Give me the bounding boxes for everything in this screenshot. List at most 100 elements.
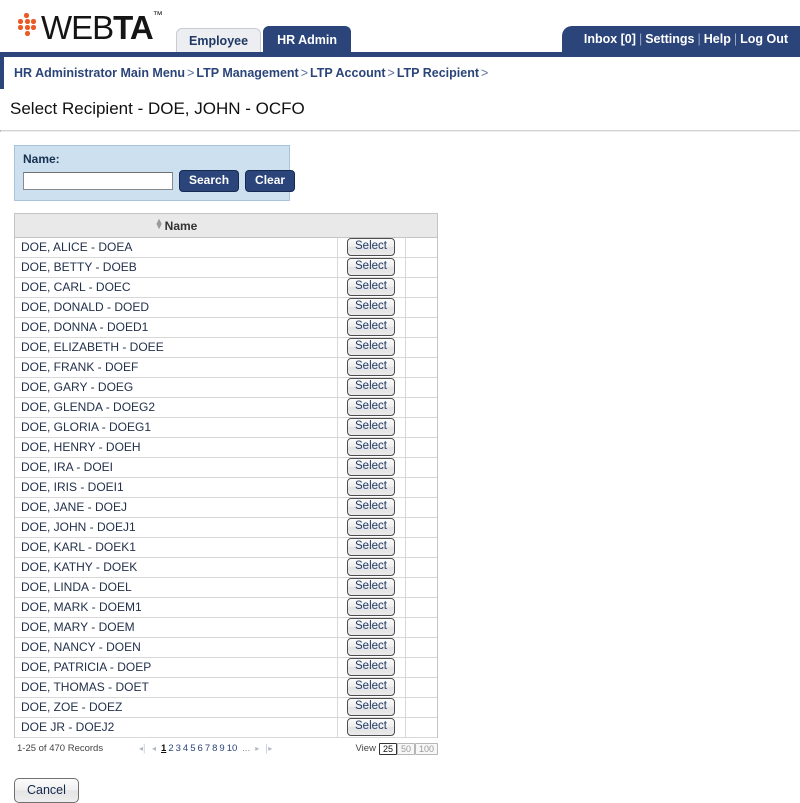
page-title: Select Recipient - DOE, JOHN - OCFO [10, 99, 305, 118]
cell-spacer [405, 437, 437, 458]
cell-spacer [405, 477, 437, 498]
select-recipient-button[interactable]: Select [347, 538, 395, 556]
page-size-selector: View 25 50 100 [356, 742, 438, 755]
next-page-icon[interactable]: ▸ [254, 744, 259, 753]
nav-separator: | [638, 32, 643, 46]
select-recipient-button[interactable]: Select [347, 278, 395, 296]
name-search-input[interactable] [23, 172, 173, 190]
table-row: DOE, CARL - DOEC Select [15, 277, 437, 298]
select-recipient-button[interactable]: Select [347, 518, 395, 536]
logout-link[interactable]: Log Out [740, 32, 788, 46]
pagination-ellipsis: ... [242, 743, 251, 754]
search-button[interactable]: Search [179, 170, 240, 192]
cell-select-action: Select [336, 677, 406, 698]
pagination-controls: ◂│ ◂ 1 2 3 4 5 6 7 8 9 10 ... ▸ │▸ [138, 743, 272, 754]
cell-recipient-name: DOE, CARL - DOEC [15, 277, 337, 298]
cell-select-action: Select [336, 697, 406, 718]
select-recipient-button[interactable]: Select [347, 698, 395, 716]
page-number-links: 1 2 3 4 5 6 7 8 9 10 [160, 743, 238, 754]
settings-link[interactable]: Settings [645, 32, 694, 46]
select-recipient-button[interactable]: Select [347, 658, 395, 676]
cell-spacer [405, 417, 437, 438]
select-recipient-button[interactable]: Select [347, 618, 395, 636]
column-header-name[interactable]: ▲ ▼ Name [15, 214, 337, 238]
breadcrumb-separator: > [300, 66, 309, 80]
cell-recipient-name: DOE, ELIZABETH - DOEE [15, 337, 337, 358]
view-option-25[interactable]: 25 [378, 742, 397, 755]
table-row: DOE, HENRY - DOEH Select [15, 437, 437, 458]
help-link[interactable]: Help [704, 32, 731, 46]
logo-text-light: WEB [41, 9, 114, 46]
select-recipient-button[interactable]: Select [347, 238, 395, 256]
cell-select-action: Select [336, 457, 406, 478]
cell-recipient-name: DOE, NANCY - DOEN [15, 637, 337, 658]
page-link-3[interactable]: 3 [175, 743, 182, 754]
breadcrumb-item-ltp-account[interactable]: LTP Account [310, 66, 385, 80]
table-row: DOE, FRANK - DOEF Select [15, 357, 437, 378]
inbox-link[interactable]: Inbox [0] [584, 32, 636, 46]
breadcrumb-item-main-menu[interactable]: HR Administrator Main Menu [14, 66, 185, 80]
table-body: DOE, ALICE - DOEA Select DOE, BETTY - DOEB… [15, 237, 437, 738]
table-row: DOE, DONNA - DOED1 Select [15, 317, 437, 338]
select-recipient-button[interactable]: Select [347, 398, 395, 416]
cell-select-action: Select [336, 597, 406, 618]
breadcrumb-separator: > [187, 66, 195, 80]
select-recipient-button[interactable]: Select [347, 358, 395, 376]
select-recipient-button[interactable]: Select [347, 298, 395, 316]
cell-recipient-name: DOE, FRANK - DOEF [15, 357, 337, 378]
table-row: DOE, PATRICIA - DOEP Select [15, 657, 437, 678]
first-page-icon[interactable]: ◂│ [138, 744, 147, 753]
cell-spacer [405, 697, 437, 718]
page-link-9[interactable]: 9 [218, 743, 225, 754]
select-recipient-button[interactable]: Select [347, 598, 395, 616]
app-header: WEBTA™ Employee HR Admin Inbox [0] | Setti… [0, 0, 800, 52]
select-recipient-button[interactable]: Select [347, 478, 395, 496]
page-link-10[interactable]: 10 [226, 743, 239, 754]
page-link-2[interactable]: 2 [167, 743, 174, 754]
table-row: DOE, BETTY - DOEB Select [15, 257, 437, 278]
table-row: DOE, DONALD - DOED Select [15, 297, 437, 318]
cell-spacer [405, 677, 437, 698]
cell-recipient-name: DOE, PATRICIA - DOEP [15, 657, 337, 678]
select-recipient-button[interactable]: Select [347, 438, 395, 456]
select-recipient-button[interactable]: Select [347, 338, 395, 356]
prev-page-icon[interactable]: ◂ [151, 744, 156, 753]
select-recipient-button[interactable]: Select [347, 378, 395, 396]
cell-select-action: Select [336, 517, 406, 538]
cell-select-action: Select [336, 577, 406, 598]
select-recipient-button[interactable]: Select [347, 578, 395, 596]
select-recipient-button[interactable]: Select [347, 458, 395, 476]
view-option-100[interactable]: 100 [414, 742, 438, 755]
cancel-button[interactable]: Cancel [14, 777, 79, 803]
view-option-50[interactable]: 50 [396, 742, 415, 755]
nav-separator: | [733, 32, 738, 46]
tab-hr-admin-label: HR Admin [277, 33, 338, 47]
select-recipient-button[interactable]: Select [347, 638, 395, 656]
last-page-icon[interactable]: │▸ [263, 744, 272, 753]
select-recipient-button[interactable]: Select [347, 718, 395, 736]
clear-button[interactable]: Clear [245, 170, 296, 192]
select-recipient-button[interactable]: Select [347, 558, 395, 576]
cell-select-action: Select [336, 397, 406, 418]
cell-recipient-name: DOE, IRIS - DOEI1 [15, 477, 337, 498]
cell-recipient-name: DOE, BETTY - DOEB [15, 257, 337, 278]
cell-recipient-name: DOE, THOMAS - DOET [15, 677, 337, 698]
logo-text-bold: TA [113, 9, 154, 46]
table-row: DOE JR - DOEJ2 Select [15, 717, 437, 738]
page-link-5[interactable]: 5 [189, 743, 196, 754]
breadcrumb-item-ltp-management[interactable]: LTP Management [196, 66, 298, 80]
page-link-6[interactable]: 6 [197, 743, 204, 754]
cell-spacer [405, 557, 437, 578]
table-row: DOE, MARY - DOEM Select [15, 617, 437, 638]
breadcrumb: HR Administrator Main Menu > LTP Managemen… [0, 57, 800, 89]
page-link-7[interactable]: 7 [204, 743, 211, 754]
table-row: DOE, THOMAS - DOET Select [15, 677, 437, 698]
cell-spacer [405, 317, 437, 338]
select-recipient-button[interactable]: Select [347, 498, 395, 516]
select-recipient-button[interactable]: Select [347, 678, 395, 696]
tab-hr-admin[interactable]: HR Admin [263, 26, 352, 52]
select-recipient-button[interactable]: Select [347, 258, 395, 276]
tab-employee[interactable]: Employee [176, 28, 262, 52]
select-recipient-button[interactable]: Select [347, 418, 395, 436]
select-recipient-button[interactable]: Select [347, 318, 395, 336]
